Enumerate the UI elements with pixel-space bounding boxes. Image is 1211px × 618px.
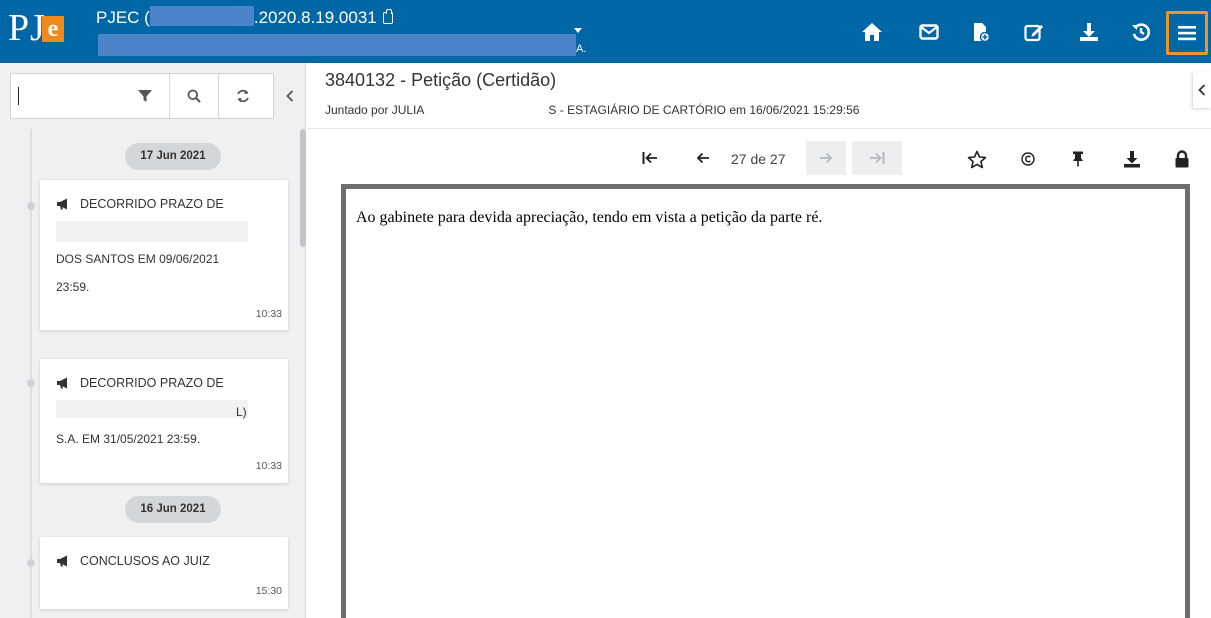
event-line: 23:59. <box>56 280 90 294</box>
divider <box>307 128 1211 129</box>
collapse-panel-button[interactable] <box>282 85 298 107</box>
refresh-button[interactable] <box>218 74 267 118</box>
redacted-process-parties <box>98 34 576 56</box>
process-parties-tail: A. <box>576 43 587 55</box>
megaphone-icon <box>56 198 70 213</box>
chevron-left-icon <box>1198 84 1206 96</box>
last-page-icon <box>865 143 889 173</box>
redacted-block <box>149 6 254 26</box>
favorite-button[interactable] <box>964 145 990 173</box>
event-line: DOS SANTOS EM 09/06/2021 <box>56 252 220 266</box>
lock-button[interactable] <box>1169 145 1195 173</box>
event-title-text: DECORRIDO PRAZO DE <box>80 376 224 390</box>
home-icon[interactable] <box>858 18 886 46</box>
download-icon <box>1124 151 1140 168</box>
event-title-text: DECORRIDO PRAZO DE <box>80 197 224 211</box>
event-time: 15:30 <box>255 585 282 597</box>
chevron-left-icon <box>286 90 294 102</box>
copyright-button[interactable] <box>1015 145 1041 173</box>
joined-suffix: S - ESTAGIÁRIO DE CARTÓRIO em 16/06/2021… <box>548 103 860 117</box>
timeline-search-bar <box>10 73 274 119</box>
megaphone-icon <box>56 377 70 392</box>
pin-icon <box>1073 151 1083 167</box>
search-button[interactable] <box>169 74 218 118</box>
caret-down-icon[interactable] <box>574 28 582 33</box>
pje-logo[interactable]: P J e <box>8 8 72 48</box>
search-icon <box>187 89 201 103</box>
filter-icon <box>137 90 152 102</box>
text-cursor <box>18 87 19 105</box>
first-page-button[interactable] <box>638 143 662 173</box>
timeline-event-card[interactable]: CONCLUSOS AO JUIZ 15:30 <box>40 537 288 609</box>
lock-icon <box>1175 150 1189 168</box>
first-page-icon <box>642 152 657 164</box>
timeline-dot <box>27 202 35 210</box>
menu-icon <box>1178 26 1196 41</box>
history-icon[interactable] <box>1127 18 1155 46</box>
pin-button[interactable] <box>1065 145 1091 173</box>
expand-right-panel-button[interactable] <box>1193 72 1211 108</box>
document-joined-info: Juntado por JULIA S - ESTAGIÁRIO DE CARTÓ… <box>325 103 859 117</box>
event-time: 10:33 <box>255 460 282 472</box>
envelope-icon[interactable] <box>915 18 943 46</box>
document-viewer[interactable]: Ao gabinete para devida apreciação, tend… <box>341 184 1190 618</box>
timeline-event-card[interactable]: DECORRIDO PRAZO DE L) S.A. EM 31/05/2021… <box>40 359 288 483</box>
pje-app: P J e PJEC ( .2020.8.19.0031 A. 17 Jun 20… <box>0 0 1211 618</box>
download-document-button[interactable] <box>1119 145 1145 173</box>
process-suffix: .2020.8.19.0031 <box>253 8 377 27</box>
event-title: DECORRIDO PRAZO DE <box>56 376 224 392</box>
event-time: 10:33 <box>255 308 282 320</box>
event-title: CONCLUSOS AO JUIZ <box>56 554 210 570</box>
timeline-date: 17 Jun 2021 <box>125 143 221 170</box>
megaphone-icon <box>56 555 70 570</box>
scrollbar[interactable] <box>300 129 306 247</box>
timeline-dot <box>27 379 35 387</box>
file-add-icon[interactable] <box>967 18 995 46</box>
copyright-icon <box>1021 152 1035 166</box>
document-title: 3840132 - Petição (Certidão) <box>325 70 557 90</box>
star-icon <box>967 150 987 168</box>
redacted-block <box>56 400 248 418</box>
process-prefix: PJEC ( <box>96 8 150 27</box>
top-bar: P J e PJEC ( .2020.8.19.0031 A. <box>0 0 1211 63</box>
download-icon[interactable] <box>1075 18 1103 46</box>
timeline-search-input[interactable] <box>21 82 121 110</box>
logo-letter-e: e <box>42 16 64 42</box>
edit-icon[interactable] <box>1020 18 1048 46</box>
event-line: L) <box>236 405 247 419</box>
clipboard-icon[interactable] <box>382 9 393 24</box>
logo-letter-p: P <box>8 7 30 49</box>
timeline-panel: 17 Jun 2021 DECORRIDO PRAZO DE DOS SANTO… <box>0 63 306 618</box>
arrow-left-icon <box>696 152 709 164</box>
event-title: DECORRIDO PRAZO DE <box>56 197 224 213</box>
previous-page-button[interactable] <box>691 143 715 173</box>
redacted-block <box>56 221 248 242</box>
arrow-right-icon <box>814 143 838 173</box>
event-title-text: CONCLUSOS AO JUIZ <box>80 554 210 568</box>
event-line: S.A. EM 31/05/2021 23:59. <box>56 432 201 446</box>
page-counter: 27 de 27 <box>731 151 786 167</box>
process-number[interactable]: PJEC ( .2020.8.19.0031 <box>96 6 393 29</box>
main-menu-button[interactable] <box>1166 11 1208 55</box>
timeline-dot <box>27 559 35 567</box>
timeline-date: 16 Jun 2021 <box>125 496 221 523</box>
timeline-event-card[interactable]: DECORRIDO PRAZO DE DOS SANTOS EM 09/06/2… <box>40 180 288 330</box>
refresh-icon <box>237 89 249 103</box>
joined-prefix: Juntado por JULIA <box>325 103 425 117</box>
document-body-text: Ao gabinete para devida apreciação, tend… <box>356 209 823 226</box>
filter-button[interactable] <box>120 74 169 118</box>
